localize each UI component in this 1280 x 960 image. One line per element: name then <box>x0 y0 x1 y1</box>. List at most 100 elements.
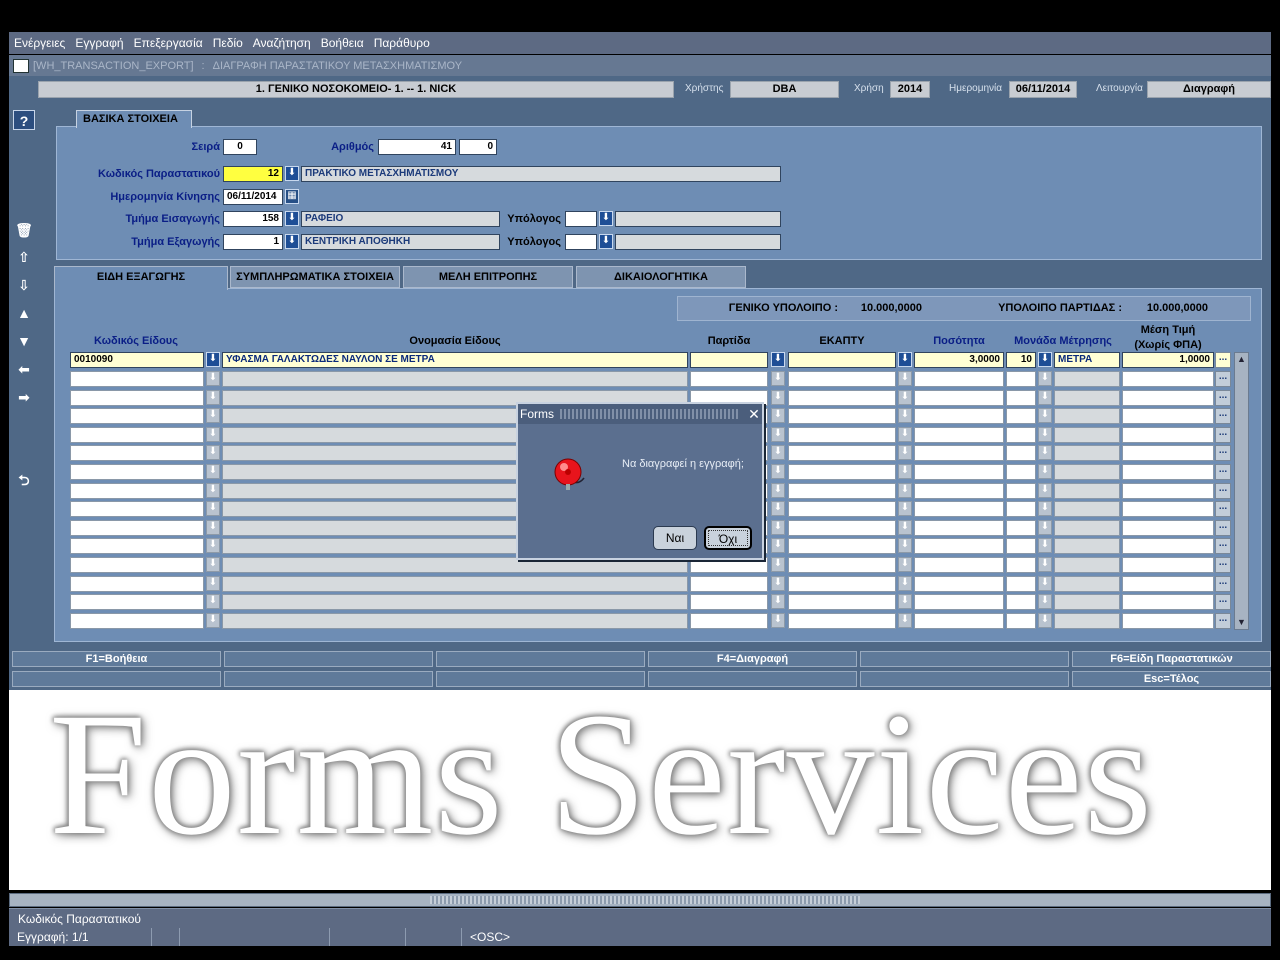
row-lov-icon[interactable]: ⬇ <box>771 557 785 572</box>
document-code-field[interactable]: 12 <box>223 166 283 182</box>
row-lov-icon[interactable]: ⬇ <box>771 426 785 442</box>
number-suffix-field[interactable]: 0 <box>459 139 497 155</box>
exit-icon[interactable]: ⮌ <box>13 470 35 490</box>
row-more-button[interactable]: ... <box>1215 464 1231 480</box>
f4-delete-button[interactable]: F4=Διαγραφή <box>648 651 857 667</box>
grid-cell[interactable] <box>1122 464 1214 480</box>
row-lov-icon[interactable]: ⬇ <box>1038 482 1052 498</box>
grid-cell[interactable] <box>914 557 1004 573</box>
row1-batch-lov-icon[interactable]: ⬇ <box>771 352 785 367</box>
menu-field[interactable]: Πεδίο <box>208 36 248 50</box>
row-more-button[interactable]: ... <box>1215 594 1231 611</box>
grid-cell[interactable] <box>914 389 1004 406</box>
last-record-icon[interactable]: ⇩ <box>13 275 35 295</box>
move-date-field[interactable]: 06/11/2014 <box>223 189 283 205</box>
grid-cell[interactable] <box>914 575 1004 592</box>
grid-cell[interactable] <box>1122 575 1214 592</box>
grid-cell[interactable] <box>1006 408 1036 425</box>
scroll-down-icon[interactable]: ▼ <box>1235 616 1248 629</box>
menu-edit[interactable]: Επεξεργασία <box>129 36 208 50</box>
fkey-slot-3[interactable] <box>436 651 645 667</box>
menu-search[interactable]: Αναζήτηση <box>248 36 316 50</box>
grid-cell[interactable] <box>1122 389 1214 406</box>
grid-cell[interactable] <box>788 426 896 443</box>
row-more-button[interactable]: ... <box>1215 519 1231 536</box>
responsible-code-field[interactable] <box>565 211 597 227</box>
row1-unit-code[interactable]: 10 <box>1006 352 1036 368</box>
grid-cell[interactable] <box>1122 501 1214 518</box>
grid-cell[interactable] <box>1006 501 1036 518</box>
row-lov-icon[interactable]: ⬇ <box>1038 371 1052 386</box>
grid-cell[interactable] <box>788 612 896 629</box>
grid-cell[interactable] <box>70 408 204 425</box>
row-lov-icon[interactable]: ⬇ <box>206 408 220 424</box>
fkey-slot-10[interactable] <box>648 671 857 687</box>
fkey-slot-11[interactable] <box>860 671 1069 687</box>
delete-icon[interactable]: 🗑 <box>13 220 35 240</box>
tab-supplementary[interactable]: ΣΥΜΠΛΗΡΩΜΑΤΙΚΑ ΣΤΟΙΧΕΙΑ <box>230 266 400 288</box>
row-lov-icon[interactable]: ⬇ <box>898 426 912 442</box>
responsible2-code-field[interactable] <box>565 234 597 250</box>
grid-cell[interactable] <box>1122 482 1214 499</box>
row-lov-icon[interactable]: ⬇ <box>206 594 220 610</box>
grid-cell[interactable] <box>914 501 1004 518</box>
row-lov-icon[interactable]: ⬇ <box>206 519 220 535</box>
no-button[interactable]: Όχι <box>704 526 752 550</box>
import-dept-code-field[interactable]: 158 <box>223 211 283 227</box>
row-more-button[interactable]: ... <box>1215 501 1231 518</box>
grid-cell[interactable] <box>70 575 204 592</box>
grid-cell[interactable] <box>914 445 1004 462</box>
fkey-slot-5[interactable] <box>860 651 1069 667</box>
row-lov-icon[interactable]: ⬇ <box>771 575 785 591</box>
export-dept-lov-icon[interactable]: ⬇ <box>285 234 299 249</box>
row-more-button[interactable]: ... <box>1215 575 1231 592</box>
grid-cell[interactable] <box>788 594 896 611</box>
row-lov-icon[interactable]: ⬇ <box>206 612 220 628</box>
grid-cell[interactable] <box>1122 519 1214 536</box>
grid-cell[interactable] <box>690 612 768 629</box>
row-lov-icon[interactable]: ⬇ <box>771 519 785 535</box>
row-lov-icon[interactable]: ⬇ <box>206 464 220 479</box>
grid-cell[interactable] <box>914 612 1004 629</box>
fkey-slot-2[interactable] <box>224 651 433 667</box>
grid-cell[interactable] <box>788 464 896 480</box>
tab-supporting-documents[interactable]: ΔΙΚΑΙΟΛΟΓΗΤΙΚΑ <box>576 266 746 288</box>
grid-cell[interactable] <box>70 538 204 555</box>
row-more-button[interactable]: ... <box>1215 612 1231 629</box>
f6-document-types-button[interactable]: F6=Είδη Παραστατικών <box>1072 651 1271 667</box>
grid-cell[interactable] <box>914 464 1004 480</box>
row-lov-icon[interactable]: ⬇ <box>206 575 220 591</box>
menu-help[interactable]: Βοήθεια <box>316 36 369 50</box>
row-lov-icon[interactable]: ⬇ <box>206 389 220 405</box>
row-lov-icon[interactable]: ⬇ <box>771 371 785 386</box>
fkey-slot-7[interactable] <box>12 671 221 687</box>
document-code-lov-icon[interactable]: ⬇ <box>285 166 299 181</box>
row-lov-icon[interactable]: ⬇ <box>898 408 912 424</box>
grid-cell[interactable] <box>70 389 204 406</box>
grid-cell[interactable] <box>1006 389 1036 406</box>
grid-cell[interactable] <box>914 482 1004 499</box>
row-lov-icon[interactable]: ⬇ <box>771 594 785 610</box>
grid-cell[interactable] <box>1122 426 1214 443</box>
grid-cell[interactable] <box>1122 612 1214 629</box>
grid-cell[interactable] <box>70 612 204 629</box>
form-window-icon[interactable] <box>13 58 29 73</box>
f1-help-button[interactable]: F1=Βοήθεια <box>12 651 221 667</box>
fkey-slot-8[interactable] <box>224 671 433 687</box>
grid-cell[interactable] <box>70 557 204 573</box>
row1-unit-lov-icon[interactable]: ⬇ <box>1038 352 1052 367</box>
row-more-button[interactable]: ... <box>1215 408 1231 425</box>
row1-more-button[interactable]: ... <box>1215 352 1231 368</box>
grid-cell[interactable] <box>70 594 204 611</box>
help-icon[interactable]: ? <box>13 110 35 130</box>
grid-cell[interactable] <box>70 519 204 536</box>
grid-cell[interactable] <box>788 482 896 499</box>
menu-window[interactable]: Παράθυρο <box>369 36 435 50</box>
grid-cell[interactable] <box>914 538 1004 555</box>
row-lov-icon[interactable]: ⬇ <box>206 557 220 572</box>
row-lov-icon[interactable]: ⬇ <box>898 575 912 591</box>
grid-cell[interactable] <box>914 519 1004 536</box>
grid-cell[interactable] <box>1006 482 1036 499</box>
row-lov-icon[interactable]: ⬇ <box>206 426 220 442</box>
row-lov-icon[interactable]: ⬇ <box>898 501 912 517</box>
